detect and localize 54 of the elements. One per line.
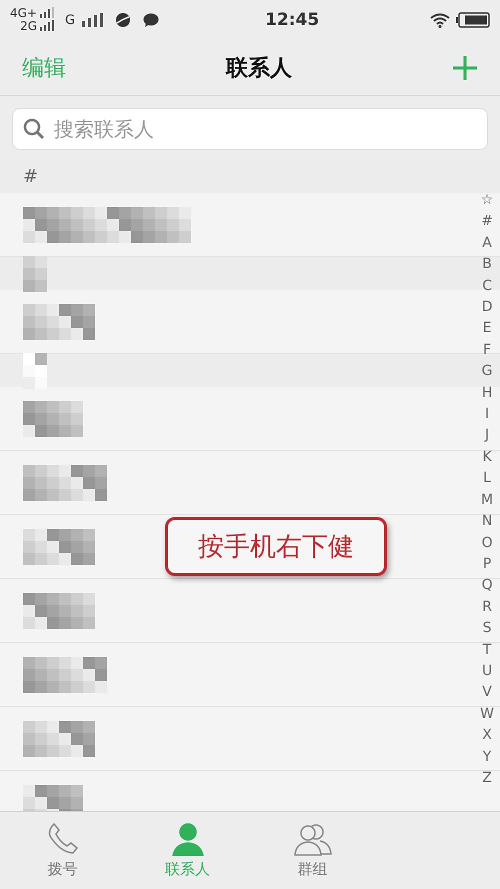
index-letter[interactable]: K	[482, 446, 492, 468]
search-icon	[23, 118, 45, 140]
index-letter[interactable]: ☆	[480, 190, 494, 212]
add-icon[interactable]	[452, 54, 478, 80]
tab[interactable]: 拨号	[0, 812, 125, 889]
index-letter[interactable]: W	[480, 704, 494, 726]
signal-icon	[39, 7, 55, 33]
group-icon	[292, 822, 332, 856]
index-letter[interactable]: P	[482, 554, 492, 576]
section-letter: #	[23, 166, 38, 186]
tab[interactable]: 群组	[250, 812, 375, 889]
battery-icon	[456, 12, 490, 28]
pixelated-name	[23, 304, 95, 340]
index-letter[interactable]: M	[481, 490, 494, 512]
index-letter[interactable]: V	[482, 682, 492, 704]
index-letter[interactable]: X	[482, 725, 492, 747]
index-letter[interactable]: D	[482, 297, 492, 318]
pixelated-letter	[23, 256, 47, 292]
index-letter[interactable]: U	[482, 660, 492, 682]
index-letter[interactable]: B	[482, 254, 492, 276]
index-letter[interactable]: Q	[482, 575, 493, 597]
index-letter[interactable]: R	[482, 596, 492, 618]
index-letter[interactable]: H	[482, 382, 492, 404]
chat-bubble-icon	[143, 12, 160, 28]
pixelated-name	[23, 528, 95, 564]
index-letter[interactable]: E	[482, 318, 492, 340]
network-label: 2G	[20, 20, 37, 33]
index-letter[interactable]: T	[482, 640, 492, 661]
network-label: G	[65, 12, 76, 28]
index-letter[interactable]: A	[482, 232, 492, 254]
page-title: 联系人	[226, 54, 292, 82]
index-letter[interactable]: N	[482, 511, 492, 532]
index-letter[interactable]: Y	[482, 746, 492, 768]
ball-icon	[115, 12, 132, 28]
signal-icon	[81, 13, 104, 27]
annotation-tooltip: 按手机右下健	[165, 517, 387, 576]
index-letter[interactable]: I	[485, 404, 490, 426]
network-label: 4G+	[10, 7, 37, 20]
index-letter[interactable]: J	[485, 425, 490, 447]
wifi-icon	[430, 12, 450, 28]
pixelated-name	[23, 400, 83, 436]
search-field[interactable]: 搜索联系人	[12, 108, 488, 150]
index-letter[interactable]: #	[481, 211, 493, 233]
index-letter[interactable]: O	[482, 532, 493, 554]
index-letter[interactable]: Z	[482, 768, 492, 790]
index-letter[interactable]: L	[483, 468, 491, 490]
index-letter[interactable]: F	[483, 340, 492, 362]
pixelated-name	[23, 720, 95, 756]
pixelated-name	[23, 592, 95, 628]
person-icon	[170, 822, 204, 856]
clock: 12:45	[265, 10, 320, 30]
index-letter[interactable]: G	[482, 361, 492, 383]
index-letter[interactable]: S	[482, 618, 492, 640]
index-letter[interactable]: C	[482, 276, 492, 298]
